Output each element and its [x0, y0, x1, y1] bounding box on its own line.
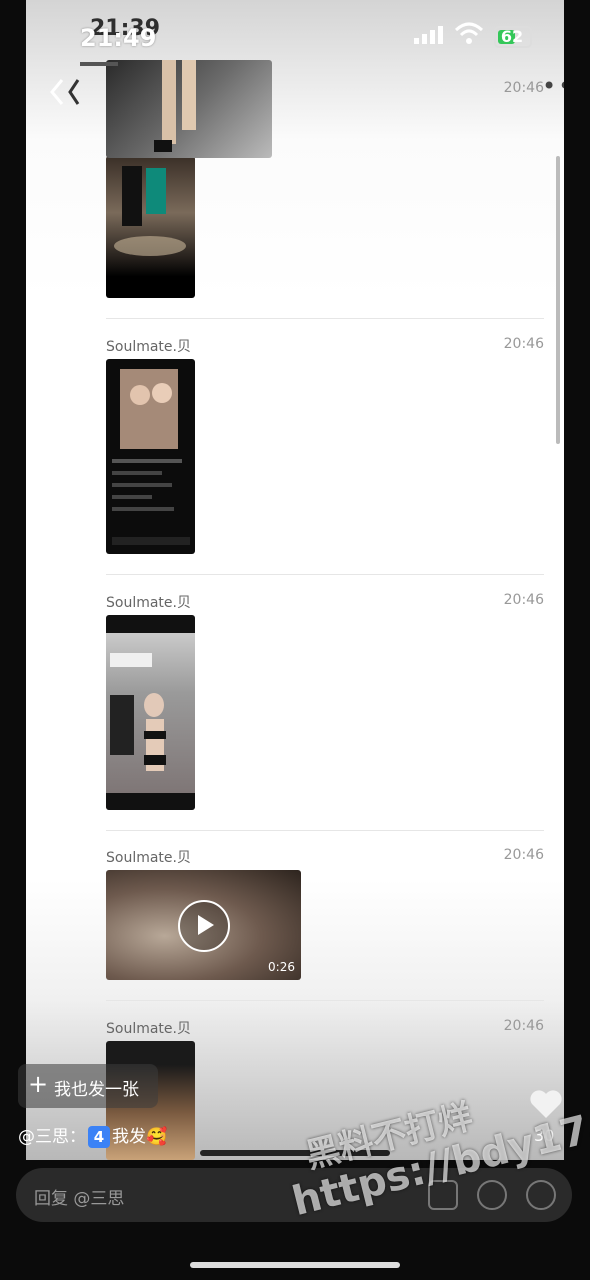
home-indicator	[190, 1262, 400, 1268]
status-bar: 21:39 21:49 62	[0, 0, 590, 60]
post-time: 20:46	[503, 847, 544, 863]
post-username: Soulmate.贝	[106, 339, 191, 355]
plus-icon: +	[28, 1070, 49, 1098]
post-username: Soulmate.贝	[106, 850, 191, 866]
post-time: 20:46	[503, 592, 544, 608]
play-icon[interactable]	[178, 900, 230, 952]
legs-photo	[154, 60, 196, 152]
post-image-thumbnail[interactable]	[106, 156, 195, 298]
reply-placeholder: 回复 @三思	[34, 1189, 125, 1209]
mirror-selfie-photo	[106, 615, 195, 810]
post-image-thumbnail[interactable]	[106, 615, 195, 810]
more-options-button[interactable]: •••	[542, 72, 564, 100]
add-post-button[interactable]: + 我也发一张	[18, 1064, 158, 1108]
post-divider	[106, 318, 544, 319]
status-time: 21:49	[80, 24, 157, 52]
post-username: Soulmate.贝	[106, 595, 191, 611]
cellular-signal-icon	[414, 26, 443, 44]
post-image-preview[interactable]	[106, 60, 272, 158]
two-women-photo	[114, 166, 186, 256]
post-image-thumbnail[interactable]	[106, 359, 195, 554]
battery-percent: 62	[500, 27, 524, 46]
post-time: 20:46	[503, 1018, 544, 1034]
scrollbar[interactable]	[556, 156, 560, 444]
video-duration: 0:26	[268, 960, 295, 974]
post-divider	[106, 1000, 544, 1001]
wifi-icon	[454, 22, 484, 44]
chevron-left-icon[interactable]	[48, 74, 88, 110]
top-avatar-strip	[80, 62, 118, 66]
post-divider	[106, 574, 544, 575]
emoji-icon[interactable]	[526, 1180, 556, 1210]
mention-icon[interactable]	[476, 1180, 507, 1210]
post-time: 20:46	[503, 336, 544, 352]
image-list-sheet[interactable]: ••• 20:46 Soulmate.贝 20:46	[26, 0, 564, 1160]
chat-screenshot-photo	[112, 369, 190, 545]
post-video-thumbnail[interactable]: 0:26	[106, 870, 301, 980]
post-divider	[106, 830, 544, 831]
post-time: 20:46	[503, 80, 544, 96]
post-username: Soulmate.贝	[106, 1021, 191, 1037]
add-post-label: 我也发一张	[54, 1080, 139, 1100]
